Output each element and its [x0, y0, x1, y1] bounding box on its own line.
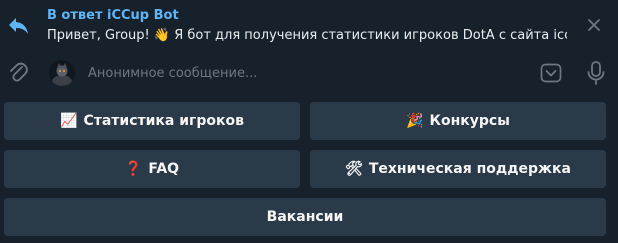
- button-faq[interactable]: ❓ FAQ: [4, 150, 300, 188]
- avatar-image: [49, 60, 75, 86]
- avatar[interactable]: [49, 60, 75, 86]
- reply-arrow-icon: [9, 18, 28, 34]
- microphone-icon[interactable]: [585, 60, 607, 86]
- reply-preview: В ответ iCCup Bot Привет, Group! 👋 Я бот…: [47, 8, 567, 45]
- button-label: FAQ: [148, 161, 180, 177]
- button-label: Техническая поддержка: [368, 161, 571, 177]
- button-label: Вакансии: [266, 209, 344, 225]
- keyboard-toggle-icon[interactable]: [539, 61, 563, 85]
- button-player-stats[interactable]: 📈 Статистика игроков: [4, 102, 300, 140]
- button-label: Конкурсы: [429, 113, 510, 129]
- reply-message: Привет, Group! 👋 Я бот для получения ста…: [47, 28, 567, 43]
- button-contests[interactable]: 🎉 Конкурсы: [310, 102, 606, 140]
- button-label: Статистика игроков: [83, 113, 244, 129]
- tools-icon: 🛠: [345, 161, 363, 177]
- message-input[interactable]: [88, 62, 528, 84]
- party-popper-icon: 🎉: [406, 113, 424, 129]
- close-icon[interactable]: [584, 15, 604, 35]
- reply-title: В ответ iCCup Bot: [47, 8, 179, 23]
- message-composer: [0, 52, 618, 94]
- button-vacancies[interactable]: Вакансии: [4, 198, 606, 236]
- button-tech-support[interactable]: 🛠 Техническая поддержка: [310, 150, 606, 188]
- reply-bar[interactable]: В ответ iCCup Bot Привет, Group! 👋 Я бот…: [0, 0, 618, 50]
- question-mark-icon: ❓: [124, 161, 143, 177]
- chart-emoji-icon: 📈: [60, 113, 78, 129]
- paperclip-icon[interactable]: [6, 60, 30, 86]
